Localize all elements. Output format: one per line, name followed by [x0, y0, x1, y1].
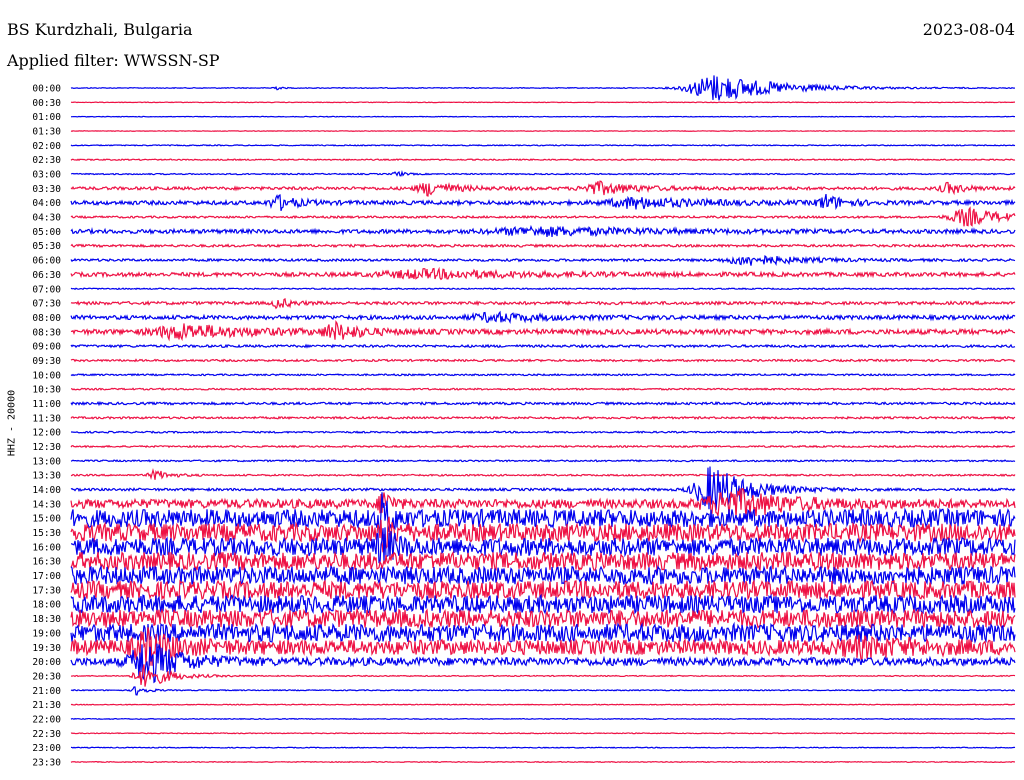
trace-line	[70, 343, 1016, 349]
time-tick-label: 14:30	[32, 499, 61, 510]
time-tick-label: 08:00	[32, 313, 61, 324]
trace-line	[70, 170, 1016, 177]
time-tick-label: 17:00	[32, 571, 61, 582]
time-tick-label: 21:30	[32, 700, 61, 711]
trace-line	[70, 686, 1016, 696]
trace-line	[70, 224, 1016, 238]
trace-line	[70, 266, 1016, 281]
trace-line	[70, 206, 1016, 227]
time-tick-label: 12:00	[32, 428, 61, 439]
trace-line	[70, 319, 1016, 342]
trace-line	[70, 459, 1016, 463]
time-tick-label: 20:30	[32, 671, 61, 682]
trace-line	[70, 468, 1016, 480]
trace-line	[70, 130, 1016, 132]
time-tick-label: 15:30	[32, 528, 61, 539]
time-tick-label: 16:30	[32, 557, 61, 568]
time-tick-label: 23:30	[32, 757, 61, 768]
time-tick-label: 01:30	[32, 127, 61, 138]
trace-line	[70, 550, 1016, 573]
time-tick-label: 20:00	[32, 657, 61, 668]
time-tick-label: 18:00	[32, 600, 61, 611]
trace-line	[70, 358, 1016, 363]
time-tick-labels: 00:00 00:30 01:00 01:30 02:00 02:30 03:00 03:30…	[32, 84, 61, 769]
seismogram-plot: 00:00 00:30 01:00 01:30 02:00 02:30 03:00 03:30…	[32, 75, 1016, 769]
time-tick-label: 12:30	[32, 442, 61, 453]
trace-line	[70, 372, 1016, 377]
trace-line	[70, 310, 1016, 325]
time-tick-label: 05:00	[32, 227, 61, 238]
time-tick-label: 19:00	[32, 628, 61, 639]
trace-line	[70, 297, 1016, 310]
trace-line	[70, 430, 1016, 434]
time-tick-label: 07:30	[32, 299, 61, 310]
time-tick-label: 11:00	[32, 399, 61, 410]
trace-line	[70, 115, 1016, 118]
time-tick-label: 19:30	[32, 643, 61, 654]
seismogram-traces	[70, 75, 1016, 764]
time-tick-label: 13:00	[32, 456, 61, 467]
time-tick-label: 02:00	[32, 141, 61, 152]
trace-line	[70, 717, 1016, 721]
time-tick-label: 22:00	[32, 714, 61, 725]
time-tick-label: 01:00	[32, 112, 61, 123]
time-tick-label: 07:00	[32, 284, 61, 295]
time-tick-label: 04:00	[32, 198, 61, 209]
time-tick-label: 13:30	[32, 471, 61, 482]
time-tick-label: 09:00	[32, 342, 61, 353]
time-tick-label: 03:00	[32, 170, 61, 181]
trace-line	[70, 254, 1016, 267]
trace-line	[70, 180, 1016, 197]
time-tick-label: 06:30	[32, 270, 61, 281]
trace-line	[70, 746, 1016, 749]
time-tick-label: 00:30	[32, 98, 61, 109]
time-tick-label: 06:00	[32, 256, 61, 267]
time-tick-label: 11:30	[32, 413, 61, 424]
time-tick-label: 08:30	[32, 327, 61, 338]
time-tick-label: 16:00	[32, 542, 61, 553]
trace-line	[70, 101, 1016, 104]
trace-line	[70, 760, 1016, 764]
trace-line	[70, 732, 1016, 735]
time-tick-label: 17:30	[32, 585, 61, 596]
time-tick-label: 23:00	[32, 743, 61, 754]
time-tick-label: 10:30	[32, 385, 61, 396]
time-tick-label: 22:30	[32, 729, 61, 740]
time-tick-label: 10:00	[32, 370, 61, 381]
trace-line	[70, 287, 1016, 291]
time-tick-label: 03:30	[32, 184, 61, 195]
trace-line	[70, 193, 1016, 212]
time-tick-label: 04:30	[32, 213, 61, 224]
time-tick-label: 18:30	[32, 614, 61, 625]
trace-line	[70, 158, 1016, 162]
trace-line	[70, 703, 1016, 706]
trace-line	[70, 400, 1016, 407]
time-tick-label: 02:30	[32, 155, 61, 166]
time-tick-label: 05:30	[32, 241, 61, 252]
trace-line	[70, 593, 1016, 616]
time-tick-label: 21:00	[32, 686, 61, 697]
trace-line	[70, 444, 1016, 449]
trace-line	[70, 387, 1016, 391]
trace-line	[70, 415, 1016, 421]
time-tick-label: 09:30	[32, 356, 61, 367]
trace-line	[70, 243, 1016, 249]
time-tick-label: 14:00	[32, 485, 61, 496]
trace-line	[70, 75, 1016, 101]
time-tick-label: 00:00	[32, 84, 61, 95]
time-tick-label: 15:00	[32, 514, 61, 525]
trace-line	[70, 144, 1016, 147]
trace-line	[70, 664, 1016, 687]
